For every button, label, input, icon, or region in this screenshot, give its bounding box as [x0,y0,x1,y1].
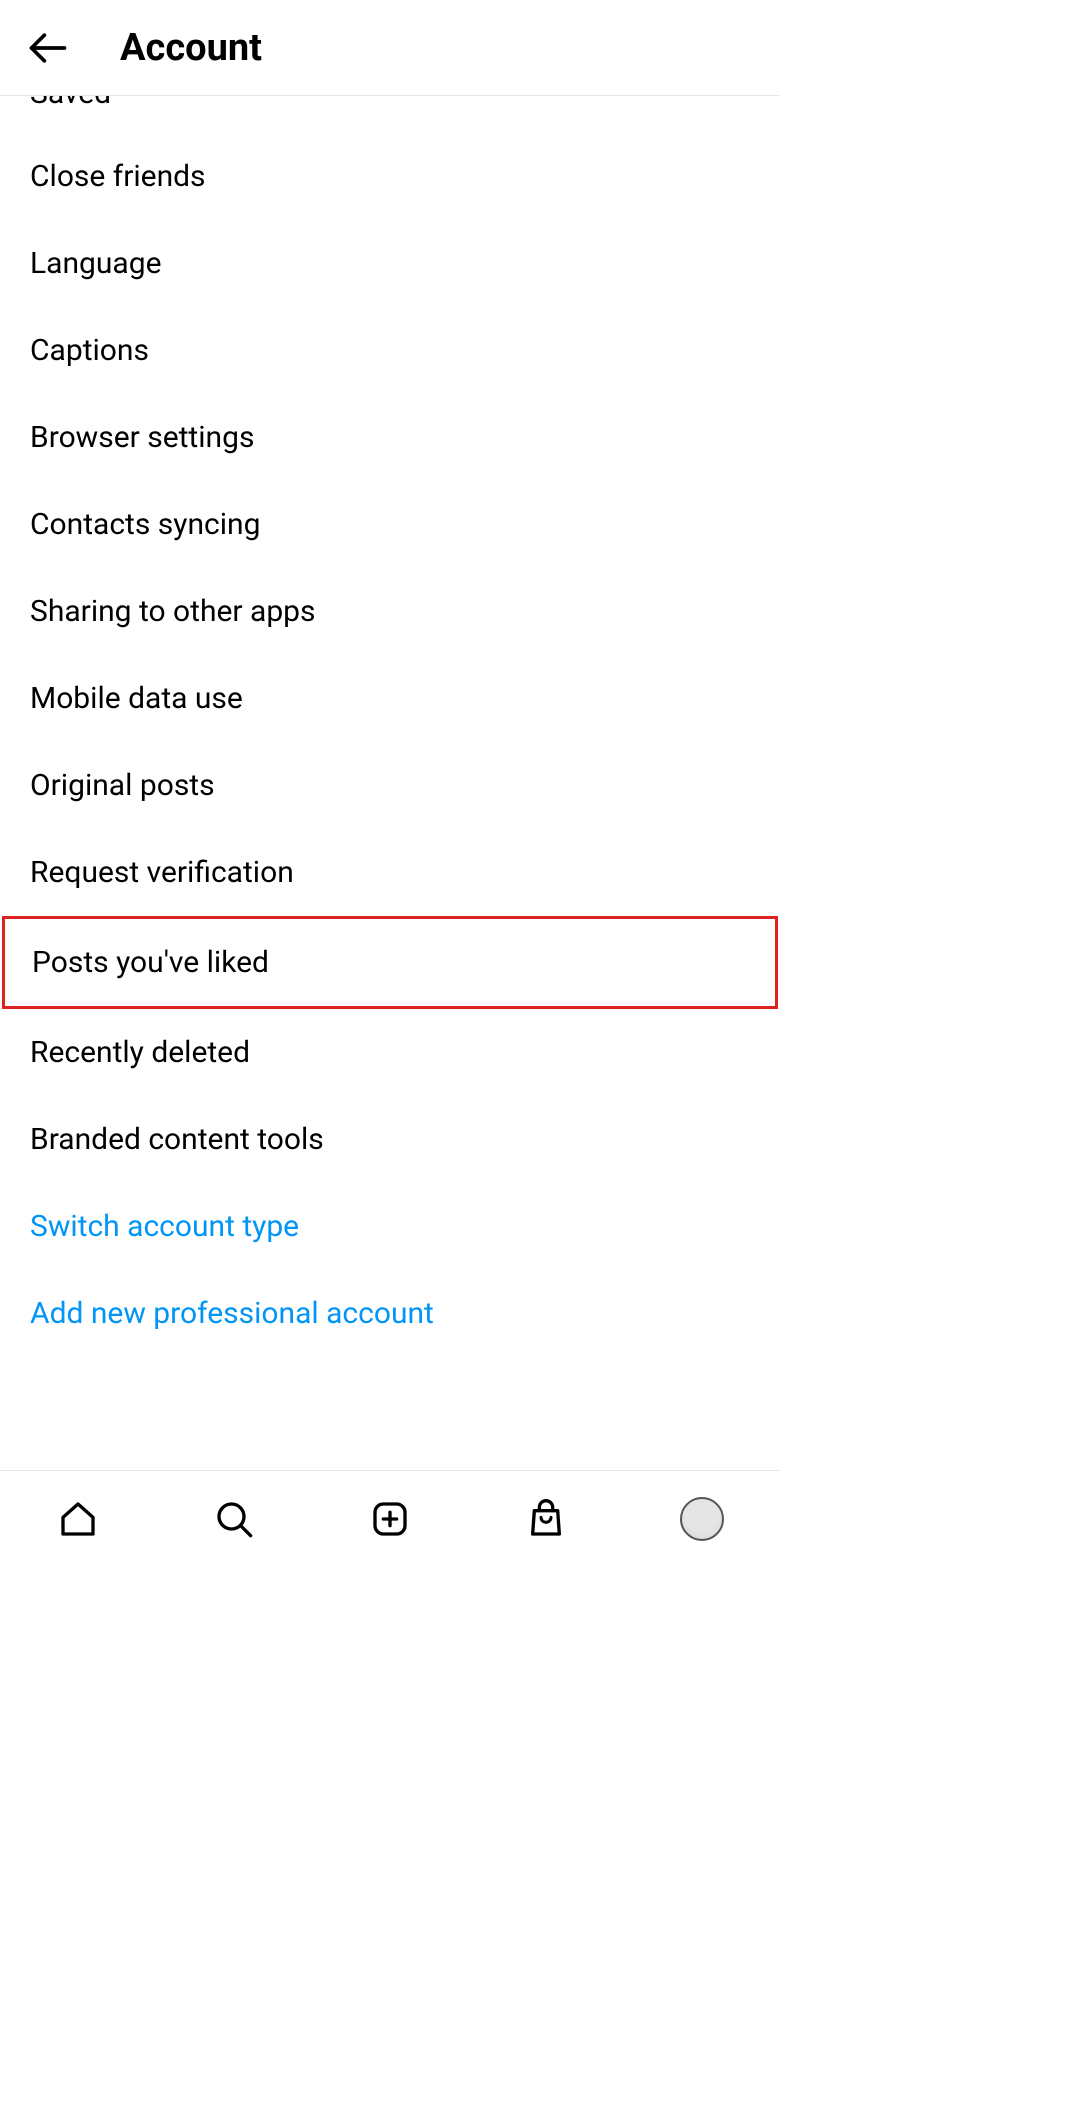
nav-profile[interactable] [670,1487,734,1551]
nav-search[interactable] [202,1487,266,1551]
settings-item-posts-you-ve-liked[interactable]: Posts you've liked [2,916,778,1009]
search-icon [214,1499,254,1539]
settings-item-mobile-data-use[interactable]: Mobile data use [0,655,780,742]
settings-item-branded-content-tools[interactable]: Branded content tools [0,1096,780,1183]
settings-item-contacts-syncing[interactable]: Contacts syncing [0,481,780,568]
settings-item-captions[interactable]: Captions [0,307,780,394]
nav-create[interactable] [358,1487,422,1551]
shopping-bag-icon [526,1499,566,1539]
settings-list[interactable]: SavedClose friendsLanguageCaptionsBrowse… [0,96,780,1470]
settings-item-language[interactable]: Language [0,220,780,307]
settings-item-add-new-professional-account[interactable]: Add new professional account [0,1270,780,1357]
bottom-nav [0,1470,780,1566]
arrow-left-icon [26,26,70,70]
header: Account [0,0,780,96]
blank-area [0,1566,780,2121]
blank-area [780,0,1079,2121]
settings-item-request-verification[interactable]: Request verification [0,829,780,916]
nav-home[interactable] [46,1487,110,1551]
page-title: Account [120,26,262,70]
plus-square-icon [370,1499,410,1539]
settings-item-saved[interactable]: Saved [0,96,780,133]
settings-item-browser-settings[interactable]: Browser settings [0,394,780,481]
settings-item-sharing-to-other-apps[interactable]: Sharing to other apps [0,568,780,655]
settings-item-original-posts[interactable]: Original posts [0,742,780,829]
back-button[interactable] [16,16,80,80]
settings-item-switch-account-type[interactable]: Switch account type [0,1183,780,1270]
settings-item-close-friends[interactable]: Close friends [0,133,780,220]
nav-shop[interactable] [514,1487,578,1551]
profile-avatar-icon [680,1497,724,1541]
settings-item-recently-deleted[interactable]: Recently deleted [0,1009,780,1096]
home-icon [58,1499,98,1539]
